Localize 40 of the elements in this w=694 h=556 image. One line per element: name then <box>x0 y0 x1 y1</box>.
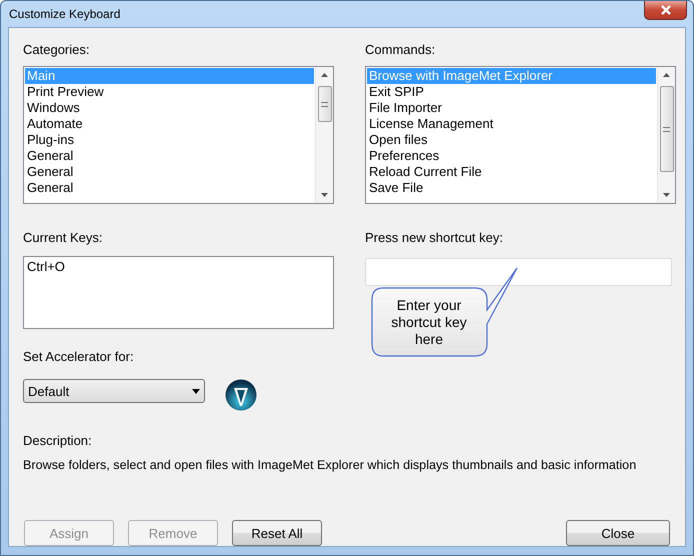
accelerator-dropdown[interactable]: Default <box>23 379 205 403</box>
commands-list[interactable]: Browse with ImageMet Explorer Exit SPIP File Importer License Management Open files Preferences Reload Current File Save File <box>365 66 676 204</box>
scroll-up-icon[interactable] <box>663 73 670 77</box>
categories-list[interactable]: Main Print Preview Windows Automate Plug-ins General General General <box>23 66 334 204</box>
window-title: Customize Keyboard <box>9 7 120 21</box>
caret-icon <box>192 388 200 394</box>
description-label: Description: <box>23 433 93 449</box>
list-item[interactable]: Plug-ins <box>25 132 314 148</box>
list-item[interactable]: Exit SPIP <box>367 84 656 100</box>
list-item[interactable]: Ctrl+O <box>25 259 332 275</box>
list-item[interactable]: Preferences <box>367 148 656 164</box>
list-item[interactable]: General <box>25 148 314 164</box>
dialog-button[interactable]: Reset All <box>232 520 322 546</box>
shortcut-field[interactable] <box>365 258 672 286</box>
description-text: Browse folders, select and open files with ImageMet Explorer which displays thumbnails and basic information <box>23 457 638 473</box>
current-keys-label: Current Keys: <box>23 230 102 246</box>
list-item[interactable]: Automate <box>25 116 314 132</box>
scrollbar[interactable] <box>657 67 675 203</box>
accelerator-label: Set Accelerator for: <box>23 349 134 365</box>
list-item[interactable]: Open files <box>367 132 656 148</box>
current-keys-list[interactable]: Ctrl+O <box>23 256 334 329</box>
commands-label: Commands: <box>365 42 436 58</box>
close-icon <box>660 5 672 15</box>
close-button[interactable] <box>644 1 687 20</box>
scroll-up-icon[interactable] <box>321 73 328 77</box>
shortcut-label: Press new shortcut key: <box>365 230 503 246</box>
list-item[interactable]: General <box>25 180 314 196</box>
scroll-down-icon[interactable] <box>663 193 670 197</box>
list-item[interactable]: File Importer <box>367 100 656 116</box>
categories-label: Categories: <box>23 42 90 58</box>
list-item[interactable]: Reload Current File <box>367 164 656 180</box>
list-item[interactable]: Print Preview <box>25 84 314 100</box>
scroll-down-icon[interactable] <box>321 193 328 197</box>
list-item[interactable]: General <box>25 164 314 180</box>
close-dialog-button[interactable]: Close <box>566 520 670 546</box>
nib-icon <box>225 379 257 411</box>
list-item[interactable]: Windows <box>25 100 314 116</box>
list-item[interactable]: License Management <box>367 116 656 132</box>
scrollbar[interactable] <box>315 67 333 203</box>
list-item[interactable]: Save File <box>367 180 656 196</box>
